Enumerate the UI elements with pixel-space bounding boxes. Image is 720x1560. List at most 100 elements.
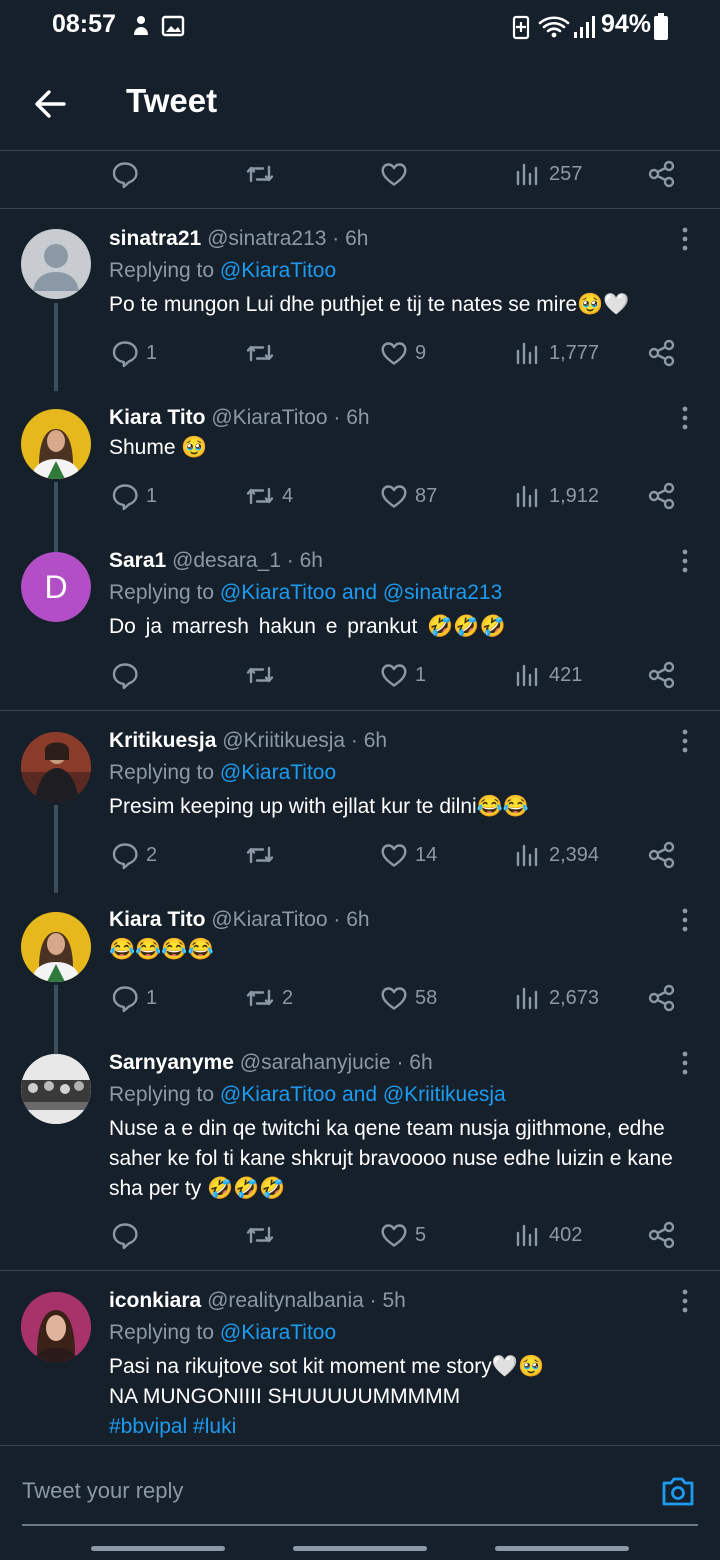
replying-to: Replying to @KiaraTitoo: [109, 1321, 336, 1345]
arrow-left-icon[interactable]: [30, 84, 70, 124]
retweet-icon: [244, 159, 276, 189]
retweet-icon: [244, 1220, 276, 1250]
display-name[interactable]: Sara1: [109, 549, 166, 572]
mention-link[interactable]: @KiaraTitoo: [220, 761, 336, 784]
views-button[interactable]: 402: [513, 1215, 582, 1255]
tweet-header: Kiara Tito @KiaraTitoo · 6h: [109, 406, 370, 430]
tweet-text: 😂😂😂😂: [109, 938, 214, 961]
reply-icon: [110, 1220, 140, 1250]
mention-link[interactable]: @KiaraTitoo: [220, 1321, 336, 1344]
share-button[interactable]: [647, 154, 677, 194]
share-icon: [647, 481, 677, 511]
views-icon: [513, 481, 543, 511]
views-icon: [513, 338, 543, 368]
avatar[interactable]: [21, 1292, 91, 1362]
views-button[interactable]: 1,777: [513, 333, 599, 373]
avatar[interactable]: [21, 912, 91, 982]
tweet-actions: 1 421: [0, 655, 720, 695]
avatar[interactable]: [21, 229, 91, 299]
share-button[interactable]: [647, 655, 677, 695]
share-button[interactable]: [647, 978, 677, 1018]
mention-link[interactable]: @KiaraTitoo and @sinatra213: [220, 581, 502, 604]
views-button[interactable]: 257: [513, 154, 582, 194]
reply-button[interactable]: [110, 1215, 146, 1255]
display-name[interactable]: Kiara Tito: [109, 908, 205, 931]
display-name[interactable]: Kritikuesja: [109, 729, 216, 752]
avatar[interactable]: D: [21, 552, 91, 622]
share-button[interactable]: [647, 1215, 677, 1255]
tweet-text: Po te mungon Lui dhe puthjet e tij te na…: [109, 293, 630, 316]
retweet-button[interactable]: [244, 1215, 282, 1255]
tweet-header: sinatra21 @sinatra213 · 6h: [109, 227, 369, 251]
more-icon[interactable]: [674, 1048, 696, 1078]
like-button[interactable]: 58: [379, 978, 437, 1018]
views-icon: [513, 1220, 543, 1250]
replying-to: Replying to @KiaraTitoo and @Kriitikuesj…: [109, 1083, 506, 1107]
tweet-text: Do ja marresh hakun e prankut 🤣🤣🤣: [109, 615, 506, 638]
mention-link[interactable]: @KiaraTitoo: [220, 259, 336, 282]
avatar[interactable]: [21, 732, 91, 802]
tweet-text-line: NA MUNGONIIII SHUUUUUMMMMM: [109, 1385, 461, 1408]
share-button[interactable]: [647, 333, 677, 373]
retweet-button[interactable]: [244, 333, 282, 373]
like-button[interactable]: 87: [379, 476, 437, 516]
reply-button[interactable]: 2: [110, 835, 157, 875]
share-button[interactable]: [647, 835, 677, 875]
retweet-button[interactable]: [244, 154, 276, 194]
like-button[interactable]: 5: [379, 1215, 426, 1255]
share-icon: [647, 338, 677, 368]
views-button[interactable]: 421: [513, 655, 582, 695]
gallery-icon: [161, 15, 185, 37]
avatar[interactable]: [21, 1054, 91, 1124]
display-name[interactable]: Sarnyanyme: [109, 1051, 234, 1074]
retweet-button[interactable]: 2: [244, 978, 293, 1018]
views-button[interactable]: 2,394: [513, 835, 599, 875]
display-name[interactable]: Kiara Tito: [109, 406, 205, 429]
input-underline: [22, 1524, 698, 1526]
tweet-header: iconkiara @realitynalbania · 5h: [109, 1289, 406, 1313]
nav-handle: [495, 1546, 629, 1551]
status-bar: 08:57 94%: [0, 0, 720, 56]
more-icon[interactable]: [674, 726, 696, 756]
avatar[interactable]: [21, 409, 91, 479]
mention-link[interactable]: @KiaraTitoo and @Kriitikuesja: [220, 1083, 506, 1106]
camera-icon[interactable]: [660, 1474, 696, 1508]
reply-button[interactable]: [110, 655, 146, 695]
profile-photo: [31, 932, 81, 982]
tweet-header: Sarnyanyme @sarahanyjucie · 6h: [109, 1051, 433, 1075]
more-icon[interactable]: [674, 546, 696, 576]
display-name[interactable]: iconkiara: [109, 1289, 201, 1312]
more-icon[interactable]: [674, 1286, 696, 1316]
handle-time: @sarahanyjucie · 6h: [239, 1051, 433, 1074]
reply-button[interactable]: [110, 154, 140, 194]
reply-count: 1: [146, 484, 158, 507]
more-icon[interactable]: [674, 224, 696, 254]
like-button[interactable]: [379, 154, 409, 194]
replying-prefix: Replying to: [109, 1083, 220, 1106]
like-button[interactable]: 14: [379, 835, 437, 875]
hashtags[interactable]: #bbvipal #luki: [109, 1412, 709, 1442]
like-count: 87: [415, 484, 438, 507]
reply-button[interactable]: 1: [110, 333, 157, 373]
views-button[interactable]: 2,673: [513, 978, 599, 1018]
share-button[interactable]: [647, 476, 677, 516]
reply-button[interactable]: 1: [110, 476, 157, 516]
retweet-button[interactable]: [244, 655, 282, 695]
display-name[interactable]: sinatra21: [109, 227, 201, 250]
views-button[interactable]: 1,912: [513, 476, 599, 516]
retweet-button[interactable]: [244, 835, 282, 875]
more-icon[interactable]: [674, 403, 696, 433]
retweet-button[interactable]: 4: [244, 476, 293, 516]
divider: [0, 1270, 720, 1271]
reply-button[interactable]: 1: [110, 978, 157, 1018]
retweet-icon: [244, 338, 276, 368]
retweet-icon: [244, 660, 276, 690]
reply-input[interactable]: Tweet your reply: [22, 1478, 183, 1504]
like-button[interactable]: 1: [379, 655, 426, 695]
page-title: Tweet: [126, 82, 218, 119]
replying-to: Replying to @KiaraTitoo and @sinatra213: [109, 581, 502, 605]
like-button[interactable]: 9: [379, 333, 426, 373]
battery-percent: 94%: [601, 10, 652, 38]
profile-photo: [21, 1292, 91, 1362]
more-icon[interactable]: [674, 905, 696, 935]
